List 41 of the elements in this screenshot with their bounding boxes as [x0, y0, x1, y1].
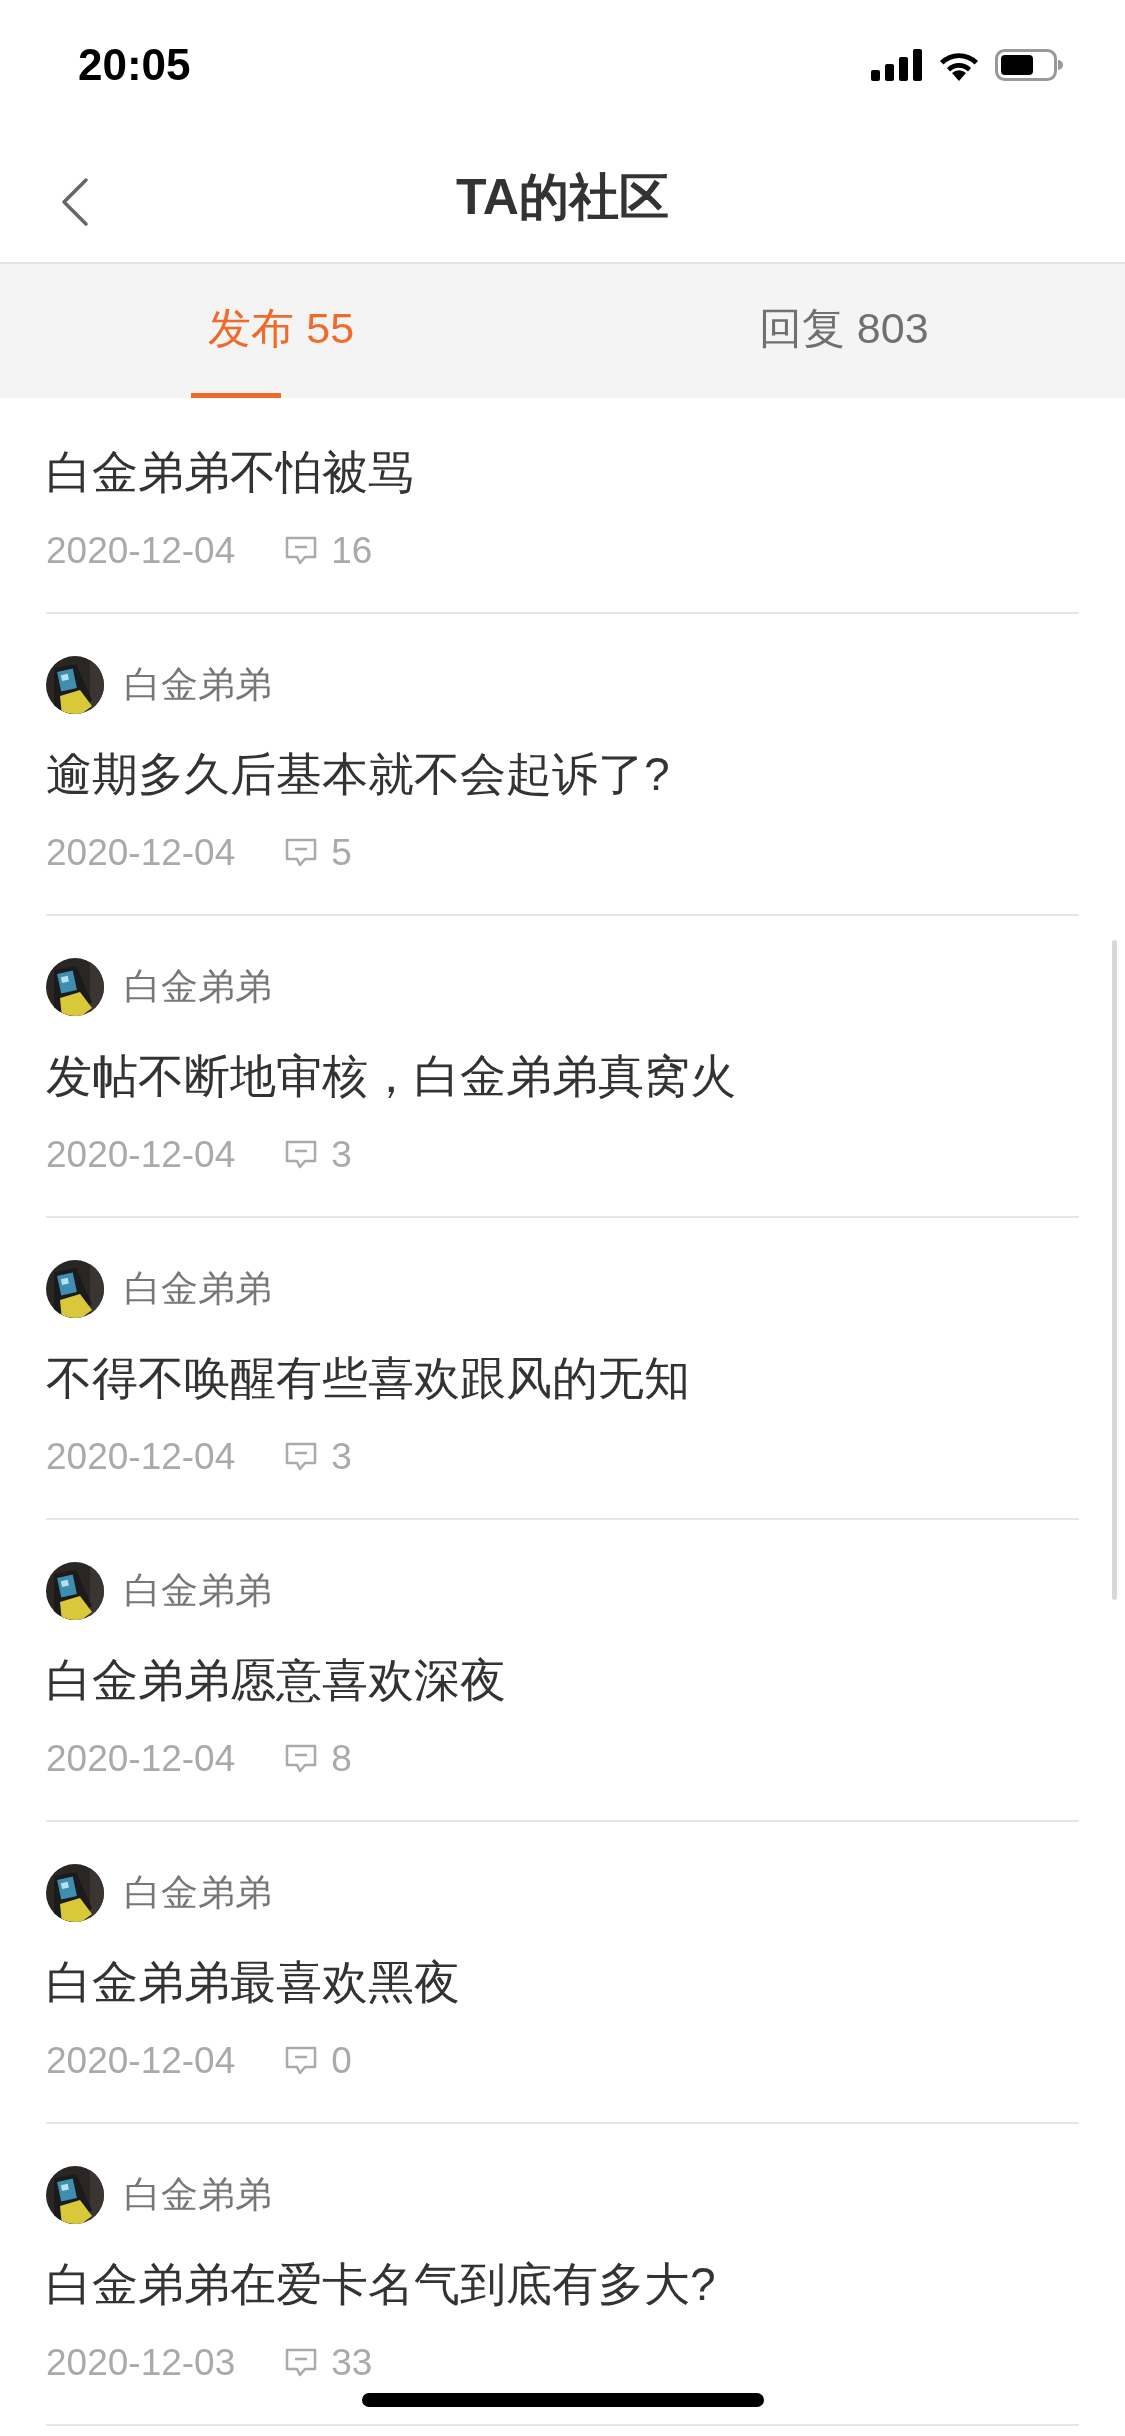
- signal-icon: [871, 49, 923, 81]
- post-date: 2020-12-04: [46, 1134, 236, 1176]
- post-title[interactable]: 白金弟弟不怕被骂: [46, 440, 1079, 504]
- comment-icon: [285, 536, 318, 566]
- comment-icon: [285, 838, 318, 868]
- post-title[interactable]: 白金弟弟愿意喜欢深夜: [46, 1648, 1079, 1712]
- battery-icon: [995, 49, 1063, 81]
- comment-count: 0: [331, 2040, 352, 2082]
- post-date: 2020-12-03: [46, 2342, 236, 2384]
- page-title: TA的社区: [456, 167, 669, 227]
- post-title[interactable]: 白金弟弟最喜欢黑夜: [46, 1950, 1079, 2014]
- comment-count: 5: [331, 832, 352, 874]
- comment-icon: [285, 1442, 318, 1472]
- comment-count: 16: [331, 530, 373, 572]
- tab[interactable]: 发布 55: [0, 264, 563, 398]
- comment-count: 3: [331, 1134, 352, 1176]
- post-date: 2020-12-04: [46, 1436, 236, 1478]
- author-name[interactable]: 白金弟弟: [124, 2170, 272, 2220]
- post-title[interactable]: 不得不唤醒有些喜欢跟风的无知: [46, 1346, 1079, 1410]
- author-name[interactable]: 白金弟弟: [124, 660, 272, 710]
- author-name[interactable]: 白金弟弟: [124, 962, 272, 1012]
- author-name[interactable]: 白金弟弟: [124, 1566, 272, 1616]
- post-date: 2020-12-04: [46, 2040, 236, 2082]
- author-name[interactable]: 白金弟弟: [124, 1868, 272, 1918]
- comment-icon: [285, 1744, 318, 1774]
- status-time: 20:05: [78, 40, 191, 90]
- tab[interactable]: 回复 803: [562, 264, 1125, 398]
- comment-icon: [285, 2046, 318, 2076]
- comment-count: 33: [331, 2342, 373, 2384]
- post-date: 2020-12-04: [46, 832, 236, 874]
- author-name[interactable]: 白金弟弟: [124, 1264, 272, 1314]
- post-title[interactable]: 逾期多久后基本就不会起诉了?: [46, 742, 1079, 806]
- comment-count: 8: [331, 1738, 352, 1780]
- comment-icon: [285, 1140, 318, 1170]
- back-icon[interactable]: [60, 177, 90, 227]
- post-title[interactable]: 发帖不断地审核，白金弟弟真窝火: [46, 1044, 1079, 1108]
- post-title[interactable]: 白金弟弟在爱卡名气到底有多大?: [46, 2252, 1079, 2316]
- post-date: 2020-12-04: [46, 530, 236, 572]
- post-date: 2020-12-04: [46, 1738, 236, 1780]
- comment-count: 3: [331, 1436, 352, 1478]
- comment-icon: [285, 2348, 318, 2378]
